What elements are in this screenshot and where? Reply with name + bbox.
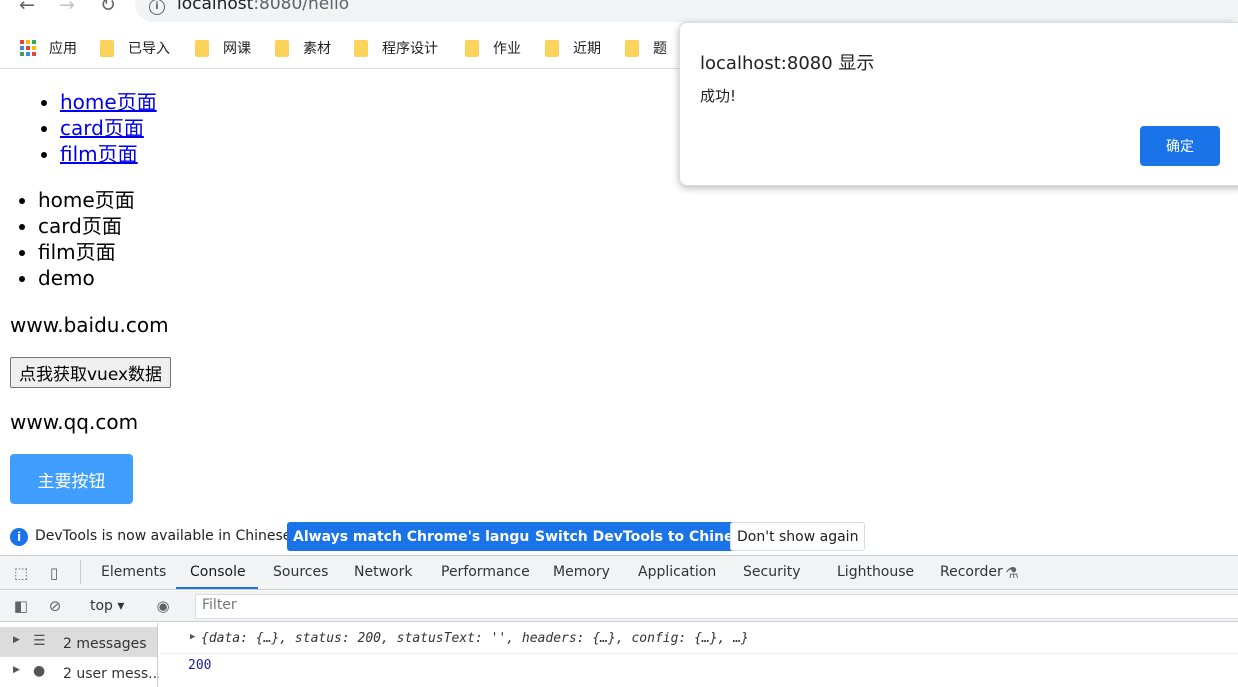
nav-link-list: home页面 card页面 film页面 <box>60 89 157 167</box>
film-link[interactable]: film页面 <box>60 142 138 166</box>
home-link[interactable]: home页面 <box>60 90 157 114</box>
expand-arrow-icon[interactable]: ▶ <box>190 632 195 642</box>
browser-toolbar: ← → ↻ i localhost:8080/hello <box>0 0 1238 24</box>
folder-icon <box>354 39 368 57</box>
tab-lighthouse[interactable]: Lighthouse <box>837 564 914 580</box>
match-language-button[interactable]: Always match Chrome's language <box>287 522 565 551</box>
console-output: ▶ {data: {…}, status: 200, statusText: '… <box>159 623 1238 687</box>
tab-security[interactable]: Security <box>743 564 801 580</box>
tab-console[interactable]: Console <box>190 564 246 580</box>
inspect-element-icon[interactable]: ⬚ <box>12 564 30 582</box>
alert-dialog: localhost:8080 显示 成功! 确定 <box>679 22 1238 186</box>
list-item: home页面 <box>60 89 157 115</box>
chevron-down-icon: ▾ <box>117 598 125 614</box>
flask-icon: ⚗ <box>1005 564 1019 582</box>
bookmark-label: 作业 <box>493 41 521 57</box>
url-host: localhost <box>177 0 254 14</box>
console-sidebar: ▶ ☰ 2 messages ▶ ● 2 user mess... <box>0 623 162 687</box>
active-tab-indicator <box>176 587 258 589</box>
bookmark-folder[interactable]: 近期 <box>545 38 601 58</box>
list-item: card页面 <box>38 213 135 239</box>
folder-icon <box>275 39 289 57</box>
bookmark-folder[interactable]: 作业 <box>465 38 521 58</box>
context-value: top <box>90 598 113 614</box>
list-item: film页面 <box>38 239 135 265</box>
tab-recorder[interactable]: Recorder <box>940 564 1003 580</box>
page-list: home页面 card页面 film页面 demo <box>38 187 135 291</box>
tab-elements[interactable]: Elements <box>101 564 166 580</box>
bookmark-label: 应用 <box>49 41 77 57</box>
device-toolbar-icon[interactable]: ▯ <box>45 564 63 582</box>
eye-icon[interactable]: ◉ <box>154 597 172 615</box>
sidebar-toggle-icon[interactable]: ◧ <box>12 597 30 615</box>
bookmark-folder[interactable]: 程序设计 <box>354 38 438 58</box>
tab-application[interactable]: Application <box>638 564 716 580</box>
expand-arrow-icon: ▶ <box>13 635 20 645</box>
tab-sources[interactable]: Sources <box>273 564 328 580</box>
expand-arrow-icon: ▶ <box>13 665 20 675</box>
folder-icon <box>465 39 479 57</box>
url-text[interactable]: localhost:8080/hello <box>177 0 349 14</box>
tab-memory[interactable]: Memory <box>553 564 610 580</box>
back-arrow-icon[interactable]: ← <box>16 0 38 16</box>
log-object-text: {data: {…}, status: 200, statusText: '',… <box>201 631 749 646</box>
context-selector[interactable]: top ▾ <box>90 598 124 614</box>
dont-show-again-button[interactable]: Don't show again <box>730 522 866 551</box>
url-path: :8080/hello <box>253 0 350 14</box>
baidu-text: www.baidu.com <box>10 313 169 337</box>
list-item: card页面 <box>60 115 157 141</box>
console-toolbar: ◧ ⊘ top ▾ ◉ <box>0 591 1238 622</box>
tab-network[interactable]: Network <box>354 564 412 580</box>
qq-text: www.qq.com <box>10 410 139 434</box>
bookmark-label: 近期 <box>573 41 601 57</box>
filter-input[interactable] <box>202 597 1202 613</box>
bookmark-folder[interactable]: 素材 <box>275 38 331 58</box>
sidebar-item-label: 2 messages <box>63 636 147 652</box>
folder-icon <box>100 39 114 57</box>
primary-button[interactable]: 主要按钮 <box>10 454 133 504</box>
folder-icon <box>545 39 559 57</box>
folder-icon <box>625 39 639 57</box>
devtools-infobar: i DevTools is now available in Chinese! … <box>0 520 1238 554</box>
sidebar-item-label: 2 user mess... <box>63 666 162 682</box>
info-icon: i <box>10 528 28 546</box>
folder-icon <box>195 39 209 57</box>
bookmark-label: 已导入 <box>128 41 170 57</box>
bookmark-label: 题 <box>653 41 667 57</box>
card-link[interactable]: card页面 <box>60 116 144 140</box>
alert-title: localhost:8080 显示 <box>700 53 875 74</box>
bookmark-apps[interactable]: 应用 <box>20 38 77 58</box>
list-item: film页面 <box>60 141 157 167</box>
filter-box <box>195 594 1238 619</box>
forward-arrow-icon[interactable]: → <box>56 0 78 16</box>
bookmark-folder[interactable]: 网课 <box>195 38 251 58</box>
get-vuex-data-button[interactable]: 点我获取vuex数据 <box>10 357 172 388</box>
tab-divider <box>80 560 81 584</box>
devtools-tab-bar: ⬚ ▯ Elements Console Sources Network Per… <box>0 555 1238 590</box>
tab-performance[interactable]: Performance <box>441 564 530 580</box>
reload-icon[interactable]: ↻ <box>97 0 119 16</box>
log-number-text: 200 <box>188 658 212 673</box>
bookmark-folder[interactable]: 题 <box>625 38 667 58</box>
clear-console-icon[interactable]: ⊘ <box>46 597 64 615</box>
list-item: demo <box>38 265 135 291</box>
bookmark-label: 素材 <box>303 41 331 57</box>
switch-chinese-button[interactable]: Switch DevTools to Chinese <box>529 522 758 551</box>
bookmark-label: 程序设计 <box>382 41 438 57</box>
sidebar-item-messages[interactable]: ▶ ☰ 2 messages <box>0 627 157 657</box>
bookmark-label: 网课 <box>223 41 251 57</box>
apps-grid-icon <box>20 40 36 56</box>
list-item: home页面 <box>38 187 135 213</box>
alert-message: 成功! <box>700 87 737 105</box>
alert-ok-button[interactable]: 确定 <box>1140 126 1220 166</box>
sidebar-item-user-messages[interactable]: ▶ ● 2 user mess... <box>0 657 162 687</box>
list-icon: ☰ <box>33 633 46 649</box>
user-icon: ● <box>33 663 46 679</box>
console-log-object[interactable]: ▶ {data: {…}, status: 200, statusText: '… <box>159 630 1238 654</box>
bookmark-folder[interactable]: 已导入 <box>100 38 170 58</box>
infobar-text: DevTools is now available in Chinese! <box>35 528 297 544</box>
